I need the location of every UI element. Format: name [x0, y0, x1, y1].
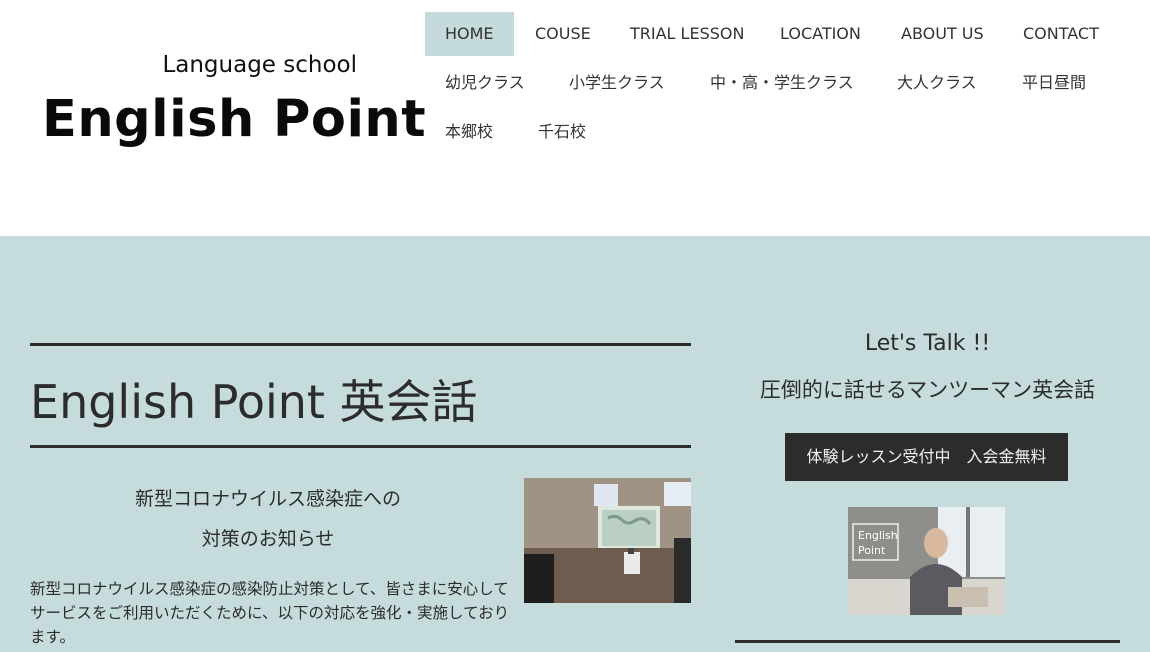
nav-about-us[interactable]: ABOUT US — [881, 12, 1004, 56]
nav-trial-lesson[interactable]: TRIAL LESSON — [610, 12, 764, 56]
nav-course[interactable]: COUSE — [515, 12, 611, 56]
nav-weekday-daytime[interactable]: 平日昼間 — [1002, 61, 1106, 105]
classroom-photo — [524, 478, 691, 603]
nav-elementary-class[interactable]: 小学生クラス — [549, 61, 685, 105]
nav-contact[interactable]: CONTACT — [1003, 12, 1119, 56]
logo-name[interactable]: English Point — [42, 90, 426, 149]
title-top-rule — [30, 343, 691, 346]
nav-hongo-school[interactable]: 本郷校 — [425, 110, 513, 154]
notice-body: 新型コロナウイルス感染症の感染防止対策として、皆さまに安心してサービスをご利用い… — [30, 580, 510, 646]
trial-lesson-button[interactable]: 体験レッスン受付中 入会金無料 — [785, 433, 1068, 481]
tagline-english: Let's Talk !! — [864, 331, 991, 356]
nav-secondary-class[interactable]: 中・高・学生クラス — [690, 61, 874, 105]
notice-title-line2: 対策のお知らせ — [201, 528, 335, 550]
nav-adult-class[interactable]: 大人クラス — [877, 61, 997, 105]
site-header: Language school English Point HOME COUSE… — [0, 0, 1150, 236]
nav-sengoku-school[interactable]: 千石校 — [518, 110, 606, 154]
photo-badge-line2: Point — [858, 544, 886, 557]
logo-subtitle: Language school — [162, 52, 357, 78]
tagline-japanese: 圧倒的に話せるマンツーマン英会話 — [759, 378, 1096, 402]
nav-home[interactable]: HOME — [425, 12, 514, 56]
notice-title-line1: 新型コロナウイルス感染症への — [134, 488, 401, 510]
title-bottom-rule — [30, 445, 691, 448]
teacher-photo: English Point — [848, 507, 1005, 615]
nav-location[interactable]: LOCATION — [760, 12, 881, 56]
nav-preschool-class[interactable]: 幼児クラス — [425, 61, 545, 105]
photo-badge-line1: English — [858, 529, 898, 542]
page-title: English Point 英会話 — [30, 375, 478, 429]
side-bottom-rule — [735, 640, 1120, 643]
